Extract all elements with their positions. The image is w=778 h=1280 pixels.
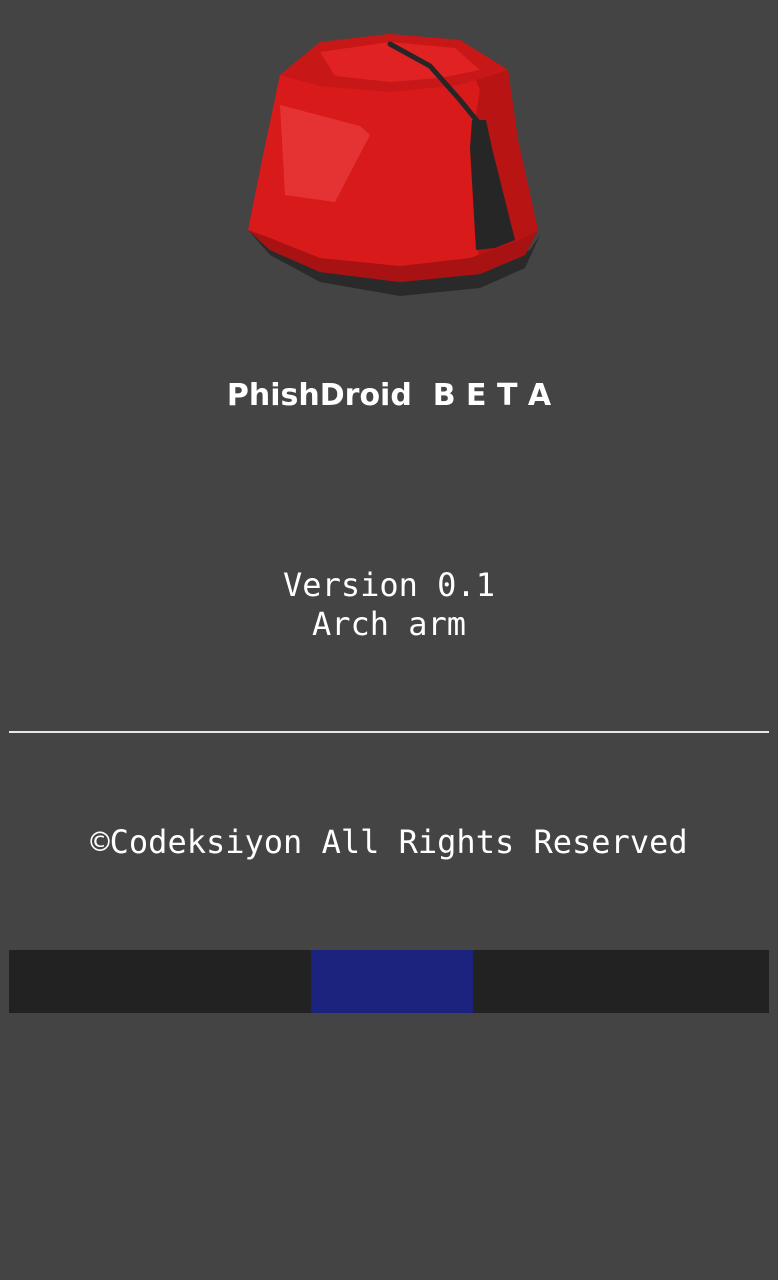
loading-progress-bar <box>9 950 769 1013</box>
arch-label: Arch arm <box>311 605 467 643</box>
fez-hat-icon <box>240 30 546 302</box>
app-title: PhishDroid B E T A <box>226 378 552 413</box>
version-label: Version 0.1 <box>283 566 495 604</box>
divider <box>9 731 769 733</box>
copyright-text: ©Codeksiyon All Rights Reserved <box>90 823 688 861</box>
loading-progress-indicator <box>311 950 473 1013</box>
version-info: Version 0.1 Arch arm <box>0 566 778 644</box>
